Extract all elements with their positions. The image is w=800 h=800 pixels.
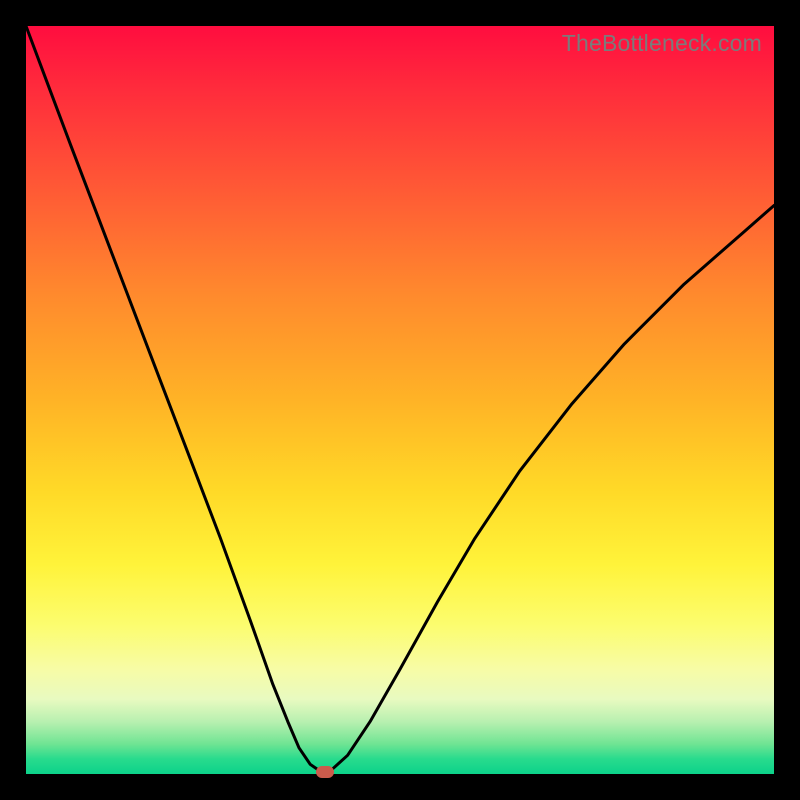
- optimal-point-marker: [316, 766, 334, 778]
- chart-frame: TheBottleneck.com: [0, 0, 800, 800]
- bottleneck-curve: [26, 26, 774, 774]
- plot-area: TheBottleneck.com: [26, 26, 774, 774]
- curve-path: [26, 26, 774, 772]
